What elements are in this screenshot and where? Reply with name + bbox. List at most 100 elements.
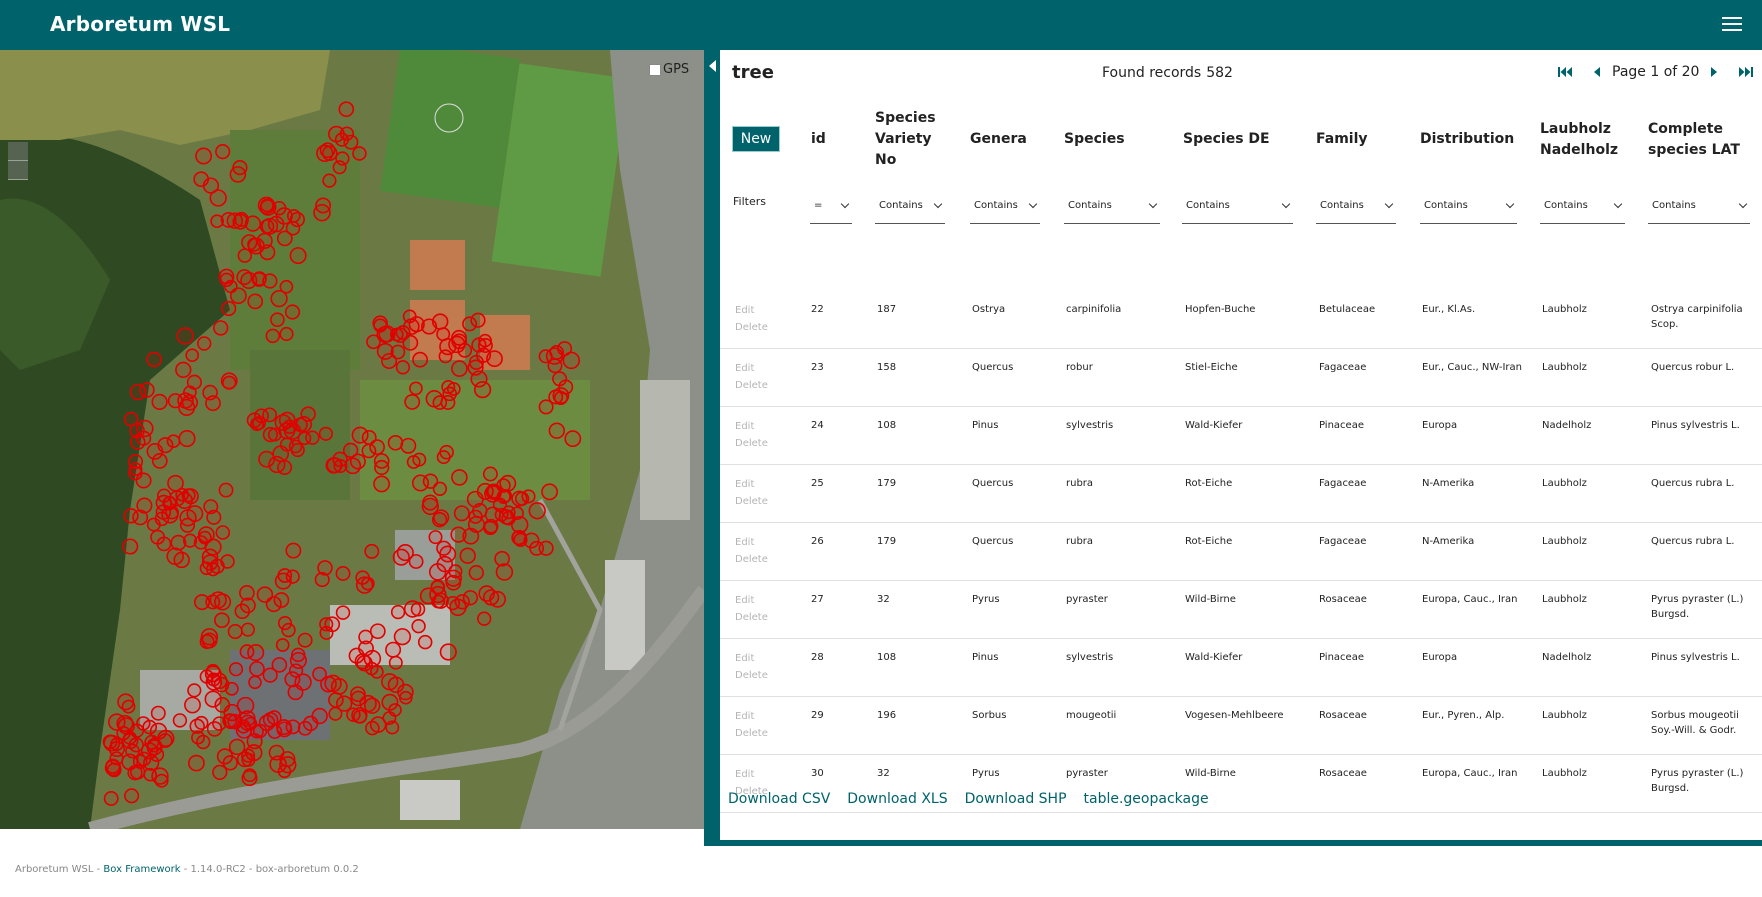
- tree-marker[interactable]: [419, 587, 437, 605]
- tree-marker[interactable]: [451, 360, 468, 377]
- tree-marker[interactable]: [204, 538, 222, 556]
- table-row[interactable]: Edit Delete 24 108 Pinus sylvestris Wald-Kiefe…: [720, 407, 1762, 465]
- tree-marker[interactable]: [243, 716, 258, 731]
- tree-marker[interactable]: [199, 561, 214, 576]
- edit-button[interactable]: Edit: [735, 650, 768, 667]
- zoom-in-button[interactable]: [8, 142, 28, 161]
- tree-marker[interactable]: [167, 474, 184, 492]
- tree-marker[interactable]: [478, 585, 495, 602]
- download-csv-link[interactable]: Download CSV: [728, 791, 830, 807]
- tree-marker[interactable]: [541, 483, 559, 501]
- filter-laubholz-nadelholz[interactable]: Contains: [1540, 188, 1625, 224]
- tree-marker[interactable]: [221, 300, 237, 317]
- tree-marker[interactable]: [449, 598, 467, 617]
- edit-button[interactable]: Edit: [735, 418, 768, 435]
- download-xls-link[interactable]: Download XLS: [847, 791, 947, 807]
- tree-marker[interactable]: [176, 327, 194, 345]
- delete-button[interactable]: Delete: [735, 319, 768, 336]
- column-header-species-de[interactable]: Species DE: [1183, 129, 1270, 150]
- tree-marker[interactable]: [352, 146, 367, 161]
- tree-marker[interactable]: [393, 628, 412, 646]
- tree-marker[interactable]: [350, 690, 367, 707]
- column-header-distribution[interactable]: Distribution: [1420, 129, 1514, 150]
- tree-marker[interactable]: [441, 380, 456, 394]
- tree-marker[interactable]: [276, 230, 293, 247]
- previous-page-icon[interactable]: [1588, 64, 1606, 80]
- last-page-icon[interactable]: [1737, 64, 1755, 80]
- tree-marker[interactable]: [129, 383, 147, 401]
- column-header-complete-species-lat[interactable]: Complete species LAT: [1648, 119, 1758, 161]
- tree-marker[interactable]: [183, 385, 197, 400]
- filter-species-de[interactable]: Contains: [1182, 188, 1293, 224]
- tree-marker[interactable]: [151, 393, 168, 411]
- tree-marker[interactable]: [317, 560, 333, 576]
- tree-marker[interactable]: [353, 709, 368, 724]
- tree-marker[interactable]: [202, 384, 218, 401]
- tree-marker[interactable]: [275, 638, 290, 652]
- tree-marker[interactable]: [482, 466, 498, 482]
- tree-marker[interactable]: [237, 248, 253, 263]
- tree-marker[interactable]: [395, 360, 411, 375]
- tree-marker[interactable]: [378, 325, 396, 343]
- new-record-button[interactable]: New: [732, 126, 780, 152]
- edit-button[interactable]: Edit: [735, 360, 768, 377]
- table-row[interactable]: Edit Delete 27 32 Pyrus pyraster Wild-Birne Ros…: [720, 581, 1762, 639]
- tree-marker[interactable]: [373, 453, 390, 469]
- tree-marker[interactable]: [388, 655, 403, 670]
- tree-marker[interactable]: [325, 457, 343, 474]
- tree-marker[interactable]: [188, 754, 205, 772]
- tree-marker[interactable]: [364, 543, 380, 559]
- tree-marker[interactable]: [412, 452, 427, 467]
- tree-marker[interactable]: [335, 605, 351, 620]
- chevron-down-icon[interactable]: [1148, 199, 1158, 208]
- chevron-down-icon[interactable]: [1505, 199, 1515, 208]
- tree-marker[interactable]: [286, 209, 301, 223]
- tree-marker[interactable]: [146, 351, 162, 368]
- edit-button[interactable]: Edit: [735, 534, 768, 551]
- tree-marker[interactable]: [486, 350, 503, 368]
- tree-marker[interactable]: [241, 752, 256, 767]
- delete-button[interactable]: Delete: [735, 435, 768, 452]
- tree-marker[interactable]: [538, 540, 554, 556]
- column-header-family[interactable]: Family: [1316, 129, 1368, 150]
- tree-marker[interactable]: [249, 661, 265, 677]
- gps-toggle[interactable]: GPS: [649, 62, 689, 77]
- tree-marker[interactable]: [381, 673, 399, 691]
- delete-button[interactable]: Delete: [735, 667, 768, 684]
- tree-marker[interactable]: [499, 474, 517, 492]
- tree-marker[interactable]: [242, 768, 257, 783]
- tree-marker[interactable]: [417, 634, 433, 650]
- tree-marker[interactable]: [312, 666, 327, 682]
- tree-marker[interactable]: [548, 389, 564, 405]
- tree-marker[interactable]: [388, 703, 402, 717]
- tree-marker[interactable]: [398, 690, 413, 705]
- tree-marker[interactable]: [287, 684, 304, 701]
- tree-marker[interactable]: [470, 370, 488, 388]
- tree-marker[interactable]: [209, 591, 227, 609]
- tree-marker[interactable]: [222, 375, 237, 390]
- tree-marker[interactable]: [219, 272, 234, 287]
- tree-marker[interactable]: [453, 505, 470, 522]
- tree-marker[interactable]: [483, 520, 498, 536]
- tree-marker[interactable]: [240, 622, 255, 637]
- tree-marker[interactable]: [212, 320, 229, 336]
- chevron-down-icon[interactable]: [1028, 199, 1038, 208]
- tree-marker[interactable]: [511, 490, 528, 507]
- tree-marker[interactable]: [409, 381, 423, 396]
- footer-framework-link[interactable]: Box Framework: [103, 864, 180, 875]
- tree-marker[interactable]: [396, 544, 414, 562]
- edit-button[interactable]: Edit: [735, 476, 768, 493]
- table-row[interactable]: Edit Delete 23 158 Quercus robur Stiel-Eiche Fa…: [720, 349, 1762, 407]
- first-page-icon[interactable]: [1556, 64, 1574, 80]
- tree-marker[interactable]: [373, 475, 391, 493]
- tree-marker[interactable]: [431, 313, 449, 330]
- tree-marker[interactable]: [241, 234, 258, 251]
- tree-marker[interactable]: [167, 393, 183, 409]
- tree-marker[interactable]: [564, 430, 582, 448]
- tree-marker[interactable]: [425, 390, 444, 408]
- tree-marker[interactable]: [178, 430, 196, 448]
- filter-distribution[interactable]: Contains: [1420, 188, 1517, 224]
- tree-marker[interactable]: [193, 594, 211, 611]
- tree-marker[interactable]: [402, 334, 419, 351]
- tree-marker[interactable]: [265, 328, 281, 344]
